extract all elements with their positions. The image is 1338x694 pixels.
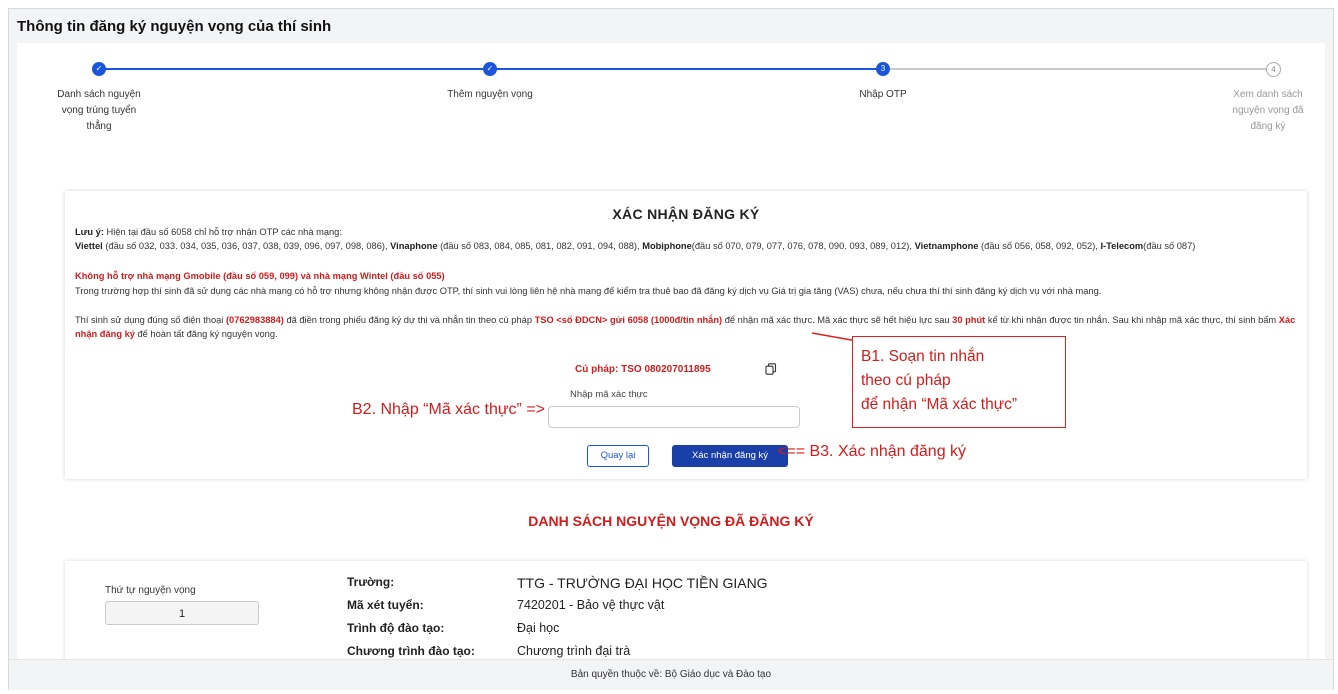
- step-3-marker: 3: [876, 62, 890, 76]
- carrier-list: Viettel (đầu số 032, 033. 034, 035, 036,…: [75, 239, 1297, 253]
- info-key: Chương trình đào tạo:: [347, 644, 475, 658]
- step-3-label: Nhập OTP: [833, 87, 933, 103]
- confirm-registration-card: XÁC NHẬN ĐĂNG KÝ Lưu ý: Hiện tại đầu số …: [65, 191, 1307, 479]
- info-key: Trình độ đào tạo:: [347, 621, 445, 635]
- otp-input[interactable]: [548, 406, 800, 428]
- info-value: 7420201 - Bảo vệ thực vật: [517, 598, 665, 612]
- annotation-line: để nhận “Mã xác thực”: [861, 396, 1017, 413]
- info-key: Mã xét tuyển:: [347, 598, 424, 612]
- step-2-label-line: Thêm nguyện vọng: [447, 89, 533, 100]
- carrier-mobiphone-numbers: (đầu số 070, 079, 077, 076, 078, 090. 09…: [691, 241, 915, 251]
- annotation-step-1-text: B1. Soạn tin nhắn theo cú pháp để nhận “…: [861, 345, 1017, 417]
- step-3-label-line: Nhập OTP: [859, 89, 907, 100]
- confirm-title: XÁC NHẬN ĐĂNG KÝ: [612, 206, 760, 222]
- vas-instructions: Trong trường hợp thí sinh đã sử dụng các…: [75, 286, 1102, 296]
- sms-syntax-hint: TSO <số ĐDCN> gửi 6058 (1000đ/tin nhắn): [534, 315, 723, 325]
- sms-instructions: Thí sinh sử dụng đúng số điện thoại (076…: [75, 313, 1297, 341]
- carrier-viettel-numbers: (đầu số 032, 033. 034, 035, 036, 037, 03…: [102, 241, 391, 251]
- info-key: Trường:: [347, 575, 395, 589]
- sms-text: để nhận mã xác thực. Mã xác thực sẽ hết …: [722, 315, 953, 325]
- sms-syntax: Cú pháp: TSO 080207011895: [575, 364, 711, 375]
- confirm-registration-button[interactable]: Xác nhận đăng ký: [672, 445, 788, 467]
- carrier-vinaphone: Vinaphone: [390, 241, 438, 251]
- sms-text: Thí sinh sử dụng đúng số điện thoại: [75, 315, 226, 325]
- step-4-label-line: Xem danh sách: [1233, 89, 1303, 100]
- sms-text: để hoàn tất đăng ký nguyện vọng.: [134, 329, 278, 339]
- step-1-check-icon: ✓: [92, 62, 106, 76]
- unsupported-carriers: Không hỗ trợ nhà mạng Gmobile (đầu số 05…: [75, 271, 445, 281]
- step-4-label: Xem danh sách nguyện vọng đã đăng ký: [1213, 87, 1323, 135]
- order-label: Thứ tự nguyện vọng: [105, 585, 196, 596]
- phone-number: (0762983884): [225, 315, 284, 325]
- carrier-itelecom-numbers: (đầu số 087): [1143, 241, 1196, 251]
- expiry-time: 30 phút: [952, 315, 986, 325]
- carrier-vietnamphone-numbers: (đầu số 056, 058, 092, 052),: [978, 241, 1101, 251]
- note-text: Hiện tại đầu số 6058 chỉ hỗ trợ nhận OTP…: [103, 227, 342, 237]
- back-button[interactable]: Quay lại: [587, 445, 649, 467]
- otp-note: Lưu ý: Hiện tại đầu số 6058 chỉ hỗ trợ n…: [75, 225, 1297, 239]
- carrier-vinaphone-numbers: (đầu số 083, 084, 085, 081, 082, 091, 09…: [437, 241, 643, 251]
- page-title: Thông tin đăng ký nguyện vọng của thí si…: [17, 18, 332, 35]
- sms-text: kể từ khi nhận được tin nhắn. Sau khi nh…: [985, 315, 1279, 325]
- annotation-line: theo cú pháp: [861, 372, 951, 389]
- registered-list-title: DANH SÁCH NGUYỆN VỌNG ĐÃ ĐĂNG KÝ: [528, 513, 814, 529]
- carrier-viettel: Viettel: [75, 241, 103, 251]
- page-frame: Thông tin đăng ký nguyện vọng của thí si…: [8, 8, 1334, 690]
- step-1-label-line: thẳng: [86, 121, 112, 132]
- info-value: TTG - TRƯỜNG ĐẠI HỌC TIỀN GIANG: [517, 575, 768, 591]
- annotation-step-1: B1. Soạn tin nhắn theo cú pháp để nhận “…: [852, 336, 1066, 428]
- carrier-itelecom: I-Telecom: [1100, 241, 1144, 251]
- footer: Bản quyền thuộc về: Bộ Giáo dục và Đào t…: [9, 659, 1333, 690]
- step-4-label-line: nguyện vọng đã: [1232, 105, 1304, 116]
- step-4-marker: 4: [1266, 62, 1281, 77]
- stepper-remaining-line: [883, 68, 1273, 70]
- annotation-step-3: <== B3. Xác nhận đăng ký: [777, 443, 967, 460]
- note-prefix: Lưu ý:: [75, 227, 104, 237]
- carrier-vietnamphone: Vietnamphone: [914, 241, 979, 251]
- step-2-label: Thêm nguyện vọng: [430, 87, 550, 103]
- step-4-label-line: đăng ký: [1250, 121, 1286, 132]
- step-1-label-line: vọng trúng tuyển: [61, 105, 137, 116]
- info-value: Chương trình đại trà: [517, 644, 631, 658]
- info-value: Đại học: [517, 621, 560, 635]
- sms-text: đã điền trong phiếu đăng ký dự thi và nh…: [283, 315, 535, 325]
- copy-icon[interactable]: [765, 362, 777, 375]
- header-bar: Thông tin đăng ký nguyện vọng của thí si…: [9, 9, 1333, 43]
- carrier-mobiphone: Mobiphone: [642, 241, 692, 251]
- step-2-check-icon: ✓: [483, 62, 497, 76]
- step-1-label-line: Danh sách nguyện: [57, 89, 141, 100]
- annotation-line: B1. Soạn tin nhắn: [861, 348, 985, 365]
- main-content: ✓ Danh sách nguyện vọng trúng tuyển thẳn…: [17, 43, 1325, 681]
- otp-label: Nhập mã xác thực: [570, 389, 648, 400]
- annotation-step-2: B2. Nhập “Mã xác thực” =>: [352, 401, 546, 418]
- order-value: 1: [105, 601, 259, 625]
- step-1-label: Danh sách nguyện vọng trúng tuyển thẳng: [37, 87, 161, 135]
